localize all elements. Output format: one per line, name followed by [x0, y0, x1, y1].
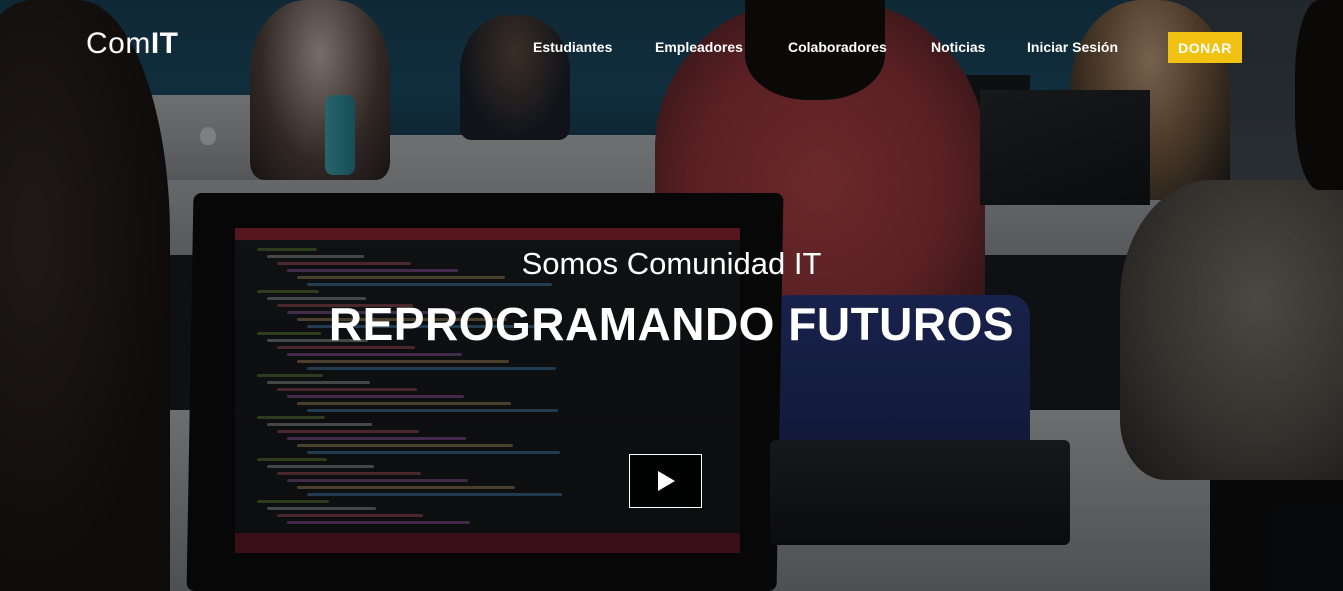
- logo-bold-text: IT: [150, 27, 179, 60]
- logo[interactable]: ComIT: [86, 26, 179, 62]
- nav-link-colaboradores[interactable]: Colaboradores: [788, 38, 887, 56]
- donate-button[interactable]: DONAR: [1168, 32, 1242, 63]
- hero-subtitle: Somos Comunidad IT: [521, 246, 822, 281]
- logo-light-text: Com: [86, 27, 151, 60]
- nav-link-iniciar-sesion[interactable]: Iniciar Sesión: [1027, 38, 1118, 56]
- play-video-button[interactable]: [629, 454, 702, 508]
- nav-link-empleadores[interactable]: Empleadores: [655, 38, 743, 56]
- hero-title: REPROGRAMANDO FUTUROS: [328, 298, 1015, 350]
- nav-link-estudiantes[interactable]: Estudiantes: [533, 38, 612, 56]
- play-icon: [657, 471, 675, 491]
- nav-link-noticias[interactable]: Noticias: [931, 38, 985, 56]
